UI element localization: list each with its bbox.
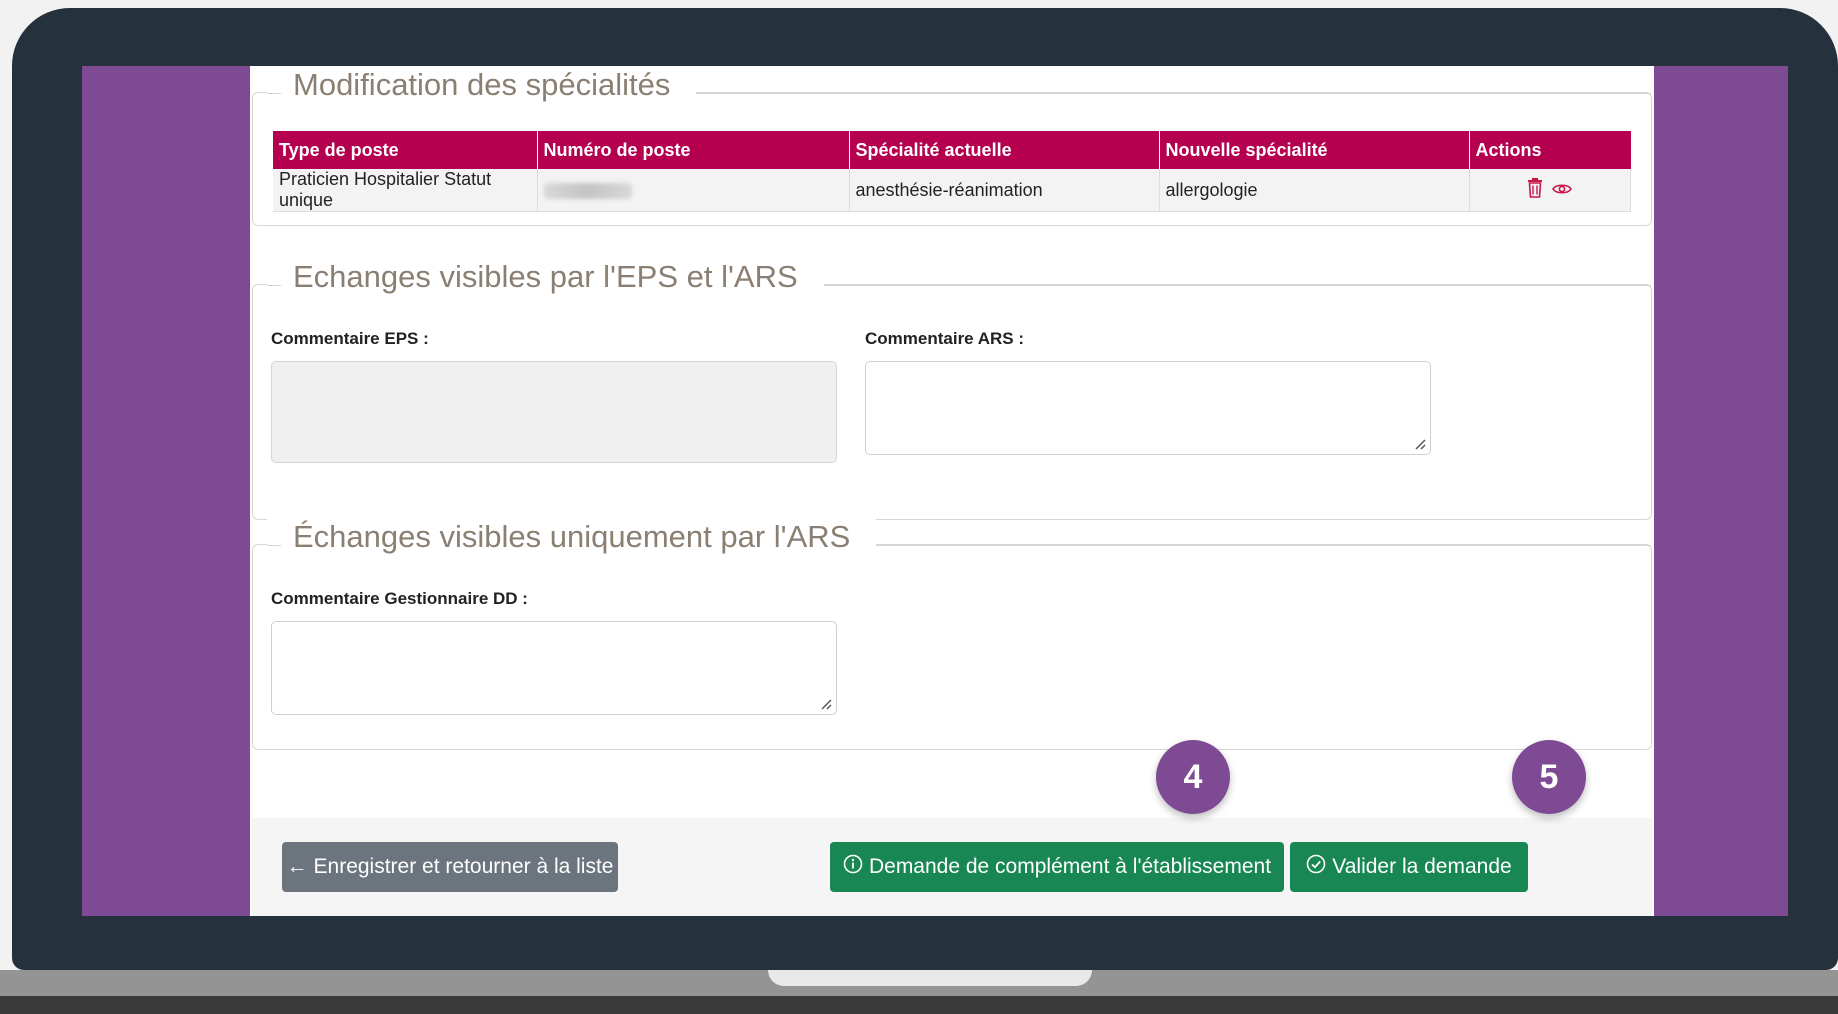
laptop-screen: Modification des spécialités Type de pos…: [82, 66, 1788, 916]
view-eye-icon[interactable]: [1552, 180, 1573, 201]
comment-eps-textarea: [271, 361, 837, 463]
resize-handle-icon[interactable]: [1414, 438, 1426, 450]
form-page: Modification des spécialités Type de pos…: [250, 66, 1654, 916]
comment-dd-textarea[interactable]: [271, 621, 837, 715]
arrow-left-icon: ←: [286, 855, 308, 878]
col-header-number: Numéro de poste: [537, 131, 850, 169]
save-and-return-button[interactable]: ← Enregistrer et retourner à la liste: [282, 842, 618, 892]
col-header-new-specialty: Nouvelle spécialité: [1159, 131, 1470, 169]
legend-line: [853, 545, 1651, 546]
col-header-current-specialty: Spécialité actuelle: [849, 131, 1160, 169]
comment-ars-textarea[interactable]: [865, 361, 1431, 455]
resize-handle-icon[interactable]: [820, 698, 832, 710]
cell-numero-de-poste: [537, 169, 850, 212]
laptop-base-shadow: [0, 996, 1838, 1014]
validate-request-button[interactable]: Valider la demande: [1290, 842, 1528, 892]
cell-nouvelle-specialite: allergologie: [1159, 169, 1470, 212]
laptop-notch: [768, 970, 1092, 986]
info-circle-icon: [843, 854, 863, 880]
comment-eps-label: Commentaire EPS :: [271, 329, 429, 348]
comment-dd-label: Commentaire Gestionnaire DD :: [271, 589, 528, 608]
request-complement-button[interactable]: Demande de complément à l'établissement: [830, 842, 1284, 892]
step-4-badge: 4: [1156, 740, 1230, 814]
cell-type-de-poste: Praticien Hospitalier Statut unique: [273, 169, 538, 212]
table-header-row: Type de poste Numéro de poste Spécialité…: [273, 131, 1631, 169]
cell-specialite-actuelle: anesthésie-réanimation: [849, 169, 1160, 212]
save-and-return-label: Enregistrer et retourner à la liste: [313, 855, 614, 878]
exchanges-eps-ars-section: Echanges visibles par l'EPS et l'ARS Com…: [252, 259, 1652, 520]
comment-ars-label: Commentaire ARS :: [865, 329, 1025, 348]
cell-actions: [1469, 169, 1631, 212]
legend-line: [693, 93, 1651, 94]
exchanges-eps-ars-legend: Echanges visibles par l'EPS et l'ARS: [267, 259, 824, 295]
specialties-table: Type de poste Numéro de poste Spécialité…: [273, 131, 1631, 212]
legend-line: [819, 285, 1651, 286]
exchanges-ars-only-legend: Échanges visibles uniquement par l'ARS: [267, 519, 877, 555]
table-row: Praticien Hospitalier Statut unique anes…: [273, 169, 1631, 212]
step-5-badge: 5: [1512, 740, 1586, 814]
col-header-actions: Actions: [1469, 131, 1631, 169]
specialties-legend: Modification des spécialités: [267, 67, 697, 103]
exchanges-ars-only-section: Échanges visibles uniquement par l'ARS C…: [252, 519, 1652, 750]
check-circle-icon: [1306, 854, 1326, 880]
validate-request-label: Valider la demande: [1332, 855, 1512, 878]
delete-icon[interactable]: [1527, 177, 1543, 203]
form-footer: ← Enregistrer et retourner à la liste De…: [252, 818, 1652, 916]
request-complement-label: Demande de complément à l'établissement: [868, 855, 1272, 878]
redacted-post-number: [543, 182, 632, 199]
specialties-section: Modification des spécialités Type de pos…: [252, 67, 1652, 226]
col-header-type: Type de poste: [273, 131, 538, 169]
